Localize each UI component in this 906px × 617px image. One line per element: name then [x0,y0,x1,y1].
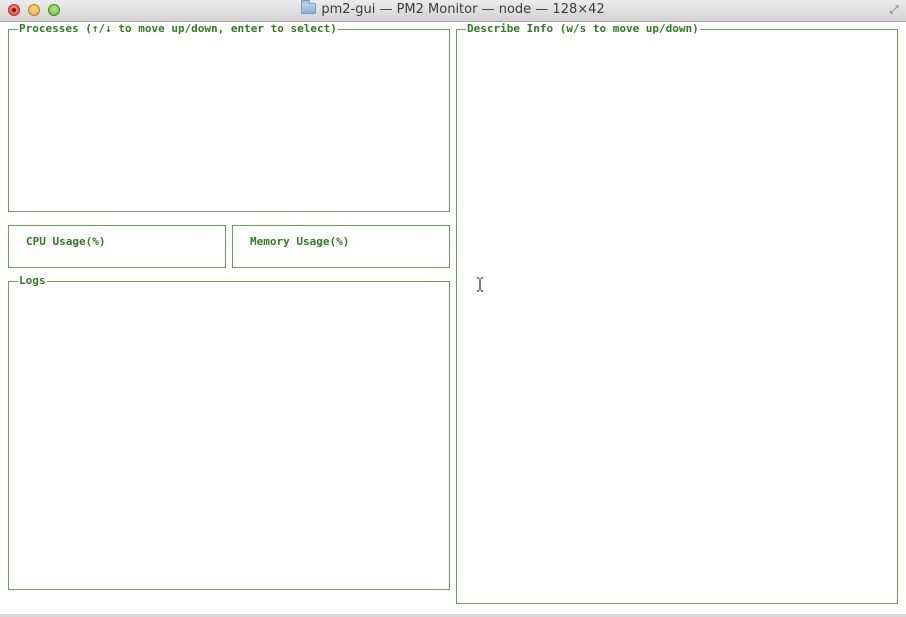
processes-panel[interactable]: Processes (↑/↓ to move up/down, enter to… [8,22,450,212]
logs-panel[interactable]: Logs [8,274,450,590]
logs-panel-label: Logs [18,274,47,287]
window-title: pm2-gui — PM2 Monitor — node — 128×42 [321,2,605,17]
text-cursor-icon [477,277,483,292]
folder-icon [301,0,317,14]
window-title-container: pm2-gui — PM2 Monitor — node — 128×42 [0,0,906,22]
describe-info-panel-label: Describe Info (w/s to move up/down) [466,22,700,35]
describe-info-panel[interactable]: Describe Info (w/s to move up/down) [456,22,898,604]
fullscreen-arrows-icon[interactable]: ⤢ [888,4,900,16]
terminal-window: pm2-gui — PM2 Monitor — node — 128×42 ⤢ … [0,0,906,617]
cpu-usage-label: CPU Usage(%) [26,235,106,248]
memory-usage-label: Memory Usage(%) [250,235,350,248]
title-bar[interactable]: pm2-gui — PM2 Monitor — node — 128×42 ⤢ [0,0,906,22]
processes-panel-label: Processes (↑/↓ to move up/down, enter to… [18,22,338,35]
memory-usage-panel: Memory Usage(%) [232,225,450,268]
cpu-usage-panel: CPU Usage(%) [8,225,226,268]
